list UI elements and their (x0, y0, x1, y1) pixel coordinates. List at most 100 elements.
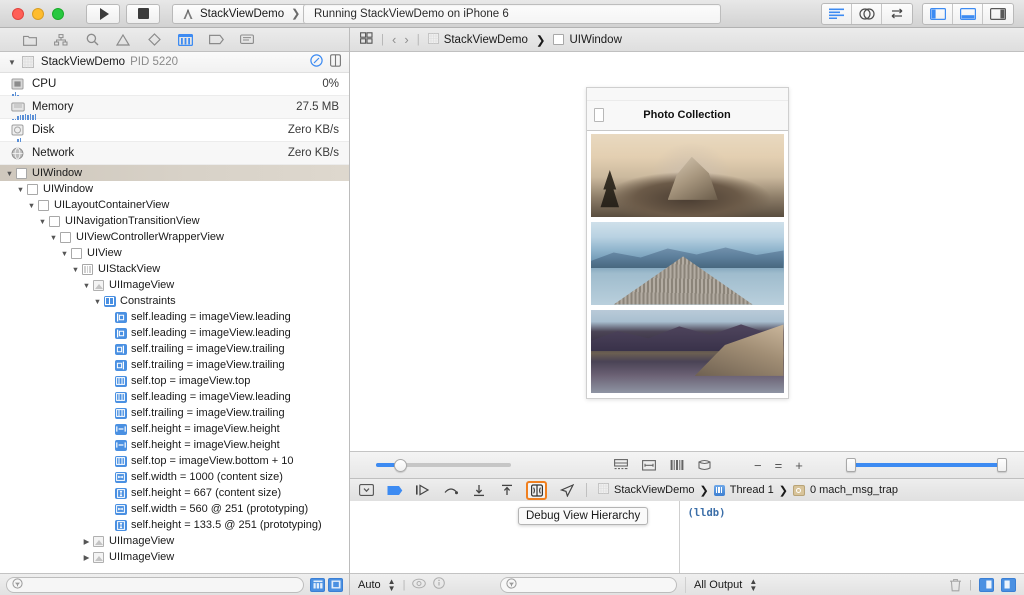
variables-view[interactable]: Debug View Hierarchy (350, 501, 680, 573)
panel-toggle-segmented-control[interactable] (922, 2, 1014, 25)
standard-editor-button[interactable] (822, 3, 852, 24)
simulate-location-icon[interactable] (558, 483, 575, 498)
tree-row[interactable]: ▶ UIImageView (0, 549, 349, 565)
tree-row[interactable]: ▼ UIViewControllerWrapperView (0, 229, 349, 245)
navbar-left-item[interactable] (593, 108, 604, 122)
disclosure-open-icon[interactable]: ▼ (15, 185, 26, 194)
assistant-editor-button[interactable] (852, 3, 882, 24)
tree-row[interactable]: self.top = imageView.top (0, 373, 349, 389)
view-hierarchy-tree[interactable]: ▼ UIWindow ▼ UIWindow ▼ UILayoutContainerView… (0, 165, 349, 573)
tree-row[interactable]: self.height = 667 (content size) (0, 485, 349, 501)
disclosure-open-icon[interactable]: ▼ (92, 297, 103, 306)
show-console-view-button[interactable] (1001, 577, 1016, 592)
variable-scope-stepper-icon[interactable]: ▲ ▼ (388, 577, 396, 592)
tree-row[interactable]: self.leading = imageView.leading (0, 325, 349, 341)
lake-pier-photo[interactable] (590, 221, 784, 305)
debug-crumb-thread[interactable]: Thread 1 (730, 484, 774, 496)
tree-row[interactable]: ▼ UINavigationTransitionView (0, 213, 349, 229)
process-pause-icon[interactable] (310, 54, 323, 70)
run-button[interactable] (86, 3, 120, 24)
debug-crumb-frame[interactable]: 0 mach_msg_trap (810, 484, 898, 496)
variable-scope-label[interactable]: Auto (358, 579, 381, 591)
info-icon[interactable] (433, 577, 446, 592)
tree-row[interactable]: ▼ UIWindow (0, 181, 349, 197)
tree-row[interactable]: self.trailing = imageView.trailing (0, 341, 349, 357)
debug-crumb-process[interactable]: StackViewDemo (614, 484, 695, 496)
version-editor-button[interactable] (882, 4, 912, 24)
disclosure-open-icon[interactable]: ▼ (4, 169, 15, 178)
disclosure-open-icon[interactable]: ▼ (59, 249, 70, 258)
console-output-scope-label[interactable]: All Output (694, 579, 742, 591)
show-only-visible-views-button[interactable] (310, 577, 325, 592)
breakpoints-icon[interactable] (386, 483, 403, 498)
navigate-forward-button[interactable]: › (404, 32, 408, 47)
gauge-row-memory[interactable]: Memory 27.5 MB (0, 96, 349, 120)
variables-filter-field[interactable] (500, 576, 677, 593)
zoom-reset-button[interactable]: = (775, 458, 783, 473)
gauge-row-network[interactable]: Network Zero KB/s (0, 142, 349, 165)
tree-row[interactable]: ▼ UIView (0, 245, 349, 261)
tree-row[interactable]: self.height = imageView.height (0, 437, 349, 453)
tree-row[interactable]: ▶ UIImageView (0, 533, 349, 549)
step-over-icon[interactable] (442, 483, 459, 498)
disclosure-closed-icon[interactable]: ▶ (81, 537, 92, 546)
toggle-debug-area-button[interactable] (953, 3, 983, 24)
console-view[interactable]: (lldb) (679, 501, 1024, 573)
mountain-sunset-photo[interactable] (590, 133, 784, 217)
symbol-navigator-icon[interactable] (53, 32, 69, 47)
tree-row[interactable]: ▼ UIImageView (0, 277, 349, 293)
tree-row[interactable]: self.trailing = imageView.trailing (0, 405, 349, 421)
range-slider[interactable] (846, 458, 1007, 472)
tree-row[interactable]: self.height = imageView.height (0, 421, 349, 437)
step-out-icon[interactable] (498, 483, 515, 498)
toggle-navigator-button[interactable] (923, 3, 953, 24)
breakpoint-navigator-icon[interactable] (208, 32, 224, 47)
disclosure-open-icon[interactable]: ▼ (70, 265, 81, 274)
mountain-reflection-photo[interactable] (590, 309, 784, 393)
tree-row[interactable]: self.trailing = imageView.trailing (0, 357, 349, 373)
tree-row[interactable]: ▼ UIStackView (0, 261, 349, 277)
hide-debug-area-icon[interactable] (358, 483, 375, 498)
zoom-in-button[interactable]: + (795, 458, 803, 473)
breadcrumb-item-view[interactable]: UIWindow (553, 34, 622, 46)
report-navigator-icon[interactable] (239, 32, 255, 47)
disclosure-open-icon[interactable]: ▼ (26, 201, 37, 210)
show-constraints-icon[interactable] (641, 458, 656, 472)
view-hierarchy-filter-buttons[interactable] (310, 577, 343, 592)
maximize-window-button[interactable] (52, 7, 64, 20)
editor-mode-segmented-control[interactable] (821, 2, 913, 25)
related-items-icon[interactable] (360, 32, 373, 47)
minimize-window-button[interactable] (32, 7, 44, 20)
tree-row[interactable]: ▼ UILayoutContainerView (0, 197, 349, 213)
tree-row[interactable]: self.height = 133.5 @ 251 (prototyping) (0, 517, 349, 533)
disclosure-open-icon[interactable]: ▼ (81, 281, 92, 290)
view-debugger-canvas[interactable]: Photo Collection (350, 52, 1024, 451)
stop-button[interactable] (126, 3, 160, 24)
breadcrumb-item-project[interactable]: StackViewDemo (427, 32, 528, 47)
trash-icon[interactable] (949, 578, 962, 592)
tree-row[interactable]: self.width = 560 @ 251 (prototyping) (0, 501, 349, 517)
view-3d-icon[interactable] (697, 458, 712, 472)
tree-row[interactable]: self.top = imageView.bottom + 10 (0, 453, 349, 469)
show-clipped-content-icon[interactable] (613, 458, 628, 472)
adjust-view-spacing-icon[interactable] (669, 458, 684, 472)
disclosure-triangle-icon[interactable]: ▼ (8, 58, 16, 67)
navigator-filter-field[interactable] (6, 576, 304, 593)
navigate-back-button[interactable]: ‹ (392, 32, 396, 47)
gauge-row-disk[interactable]: Disk Zero KB/s (0, 119, 349, 143)
test-navigator-icon[interactable] (146, 32, 162, 47)
process-header-row[interactable]: ▼ StackViewDemo PID 5220 (0, 52, 349, 73)
disclosure-open-icon[interactable]: ▼ (37, 217, 48, 226)
continue-icon[interactable] (414, 483, 431, 498)
tree-row[interactable]: self.leading = imageView.leading (0, 389, 349, 405)
show-clipped-views-button[interactable] (328, 577, 343, 592)
console-output-stepper-icon[interactable]: ▲ ▼ (749, 577, 757, 592)
step-into-icon[interactable] (470, 483, 487, 498)
gauge-row-cpu[interactable]: CPU 0% (0, 73, 349, 97)
show-variables-view-button[interactable] (979, 577, 994, 592)
tree-row[interactable]: ▼ Constraints (0, 293, 349, 309)
issue-navigator-icon[interactable] (115, 32, 131, 47)
close-window-button[interactable] (12, 7, 24, 20)
disclosure-open-icon[interactable]: ▼ (48, 233, 59, 242)
tree-row[interactable]: ▼ UIWindow (0, 165, 349, 181)
